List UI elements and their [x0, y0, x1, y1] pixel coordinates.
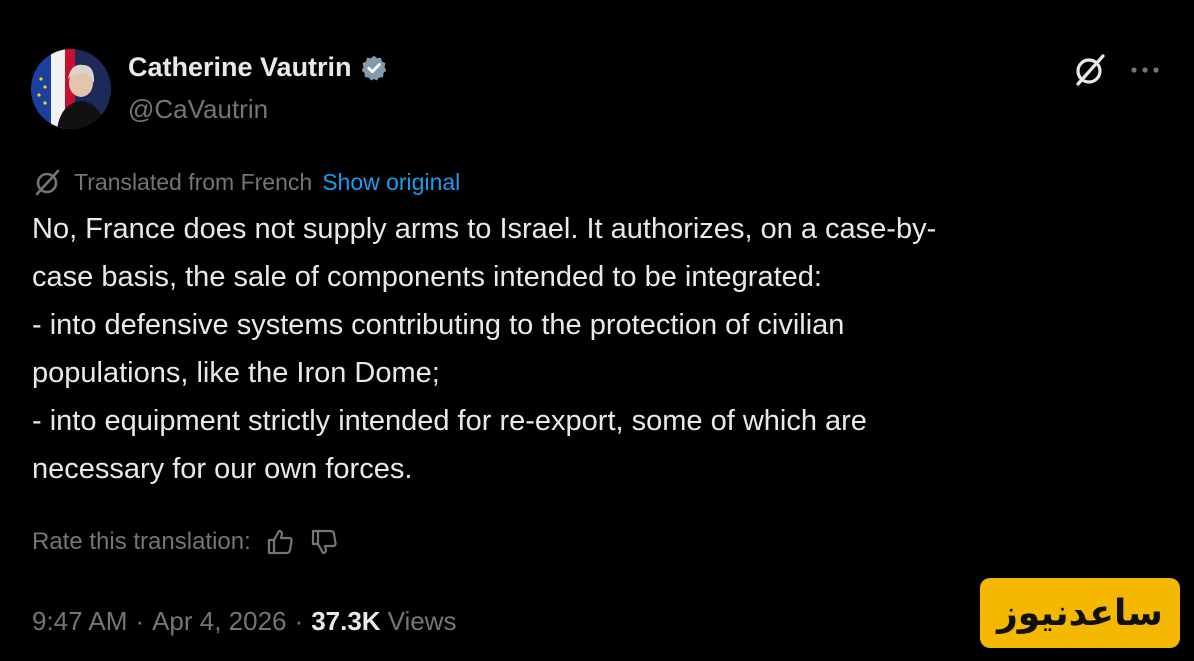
author-name-text: Catherine Vautrin: [128, 52, 352, 82]
author-handle[interactable]: @CaVautrin: [128, 94, 268, 125]
tweet-text-line: No, France does not supply arms to Israe…: [32, 213, 937, 245]
tweet-date[interactable]: Apr 4, 2026: [152, 606, 286, 637]
rate-translation: Rate this translation:: [32, 524, 339, 560]
author-name[interactable]: Catherine Vautrin: [128, 52, 388, 83]
verified-badge-icon: [360, 54, 388, 82]
tweet-text-line: populations, like the Iron Dome;: [32, 357, 440, 389]
tweet-text-line: necessary for our own forces.: [32, 453, 413, 485]
thumbs-up-icon[interactable]: [265, 527, 295, 557]
tweet-text: No, France does not supply arms to Israe…: [32, 205, 1152, 493]
thumbs-down-icon[interactable]: [309, 527, 339, 557]
watermark-logo: ساعدنیوز: [980, 578, 1180, 648]
tweet-meta: 9:47 AM · Apr 4, 2026 · 37.3K Views: [32, 603, 456, 639]
tweet-text-line: - into defensive systems contributing to…: [32, 309, 845, 341]
translation-label: Translated from French: [74, 168, 313, 195]
tweet-text-line: case basis, the sale of components inten…: [32, 261, 822, 293]
meta-separator: ·: [294, 605, 304, 636]
show-original-link[interactable]: Show original: [322, 169, 460, 196]
views-label: Views: [387, 605, 457, 636]
tweet: Catherine Vautrin @CaVautrin Translated …: [0, 0, 1194, 661]
watermark-text: ساعدنیوز: [997, 592, 1163, 634]
avatar-photo: [31, 49, 111, 129]
views-count[interactable]: 37.3K: [311, 606, 380, 637]
meta-separator: ·: [135, 605, 145, 636]
translation-notice: Translated from French Show original: [32, 166, 460, 198]
grok-icon[interactable]: [1070, 50, 1110, 90]
tweet-text-line: - into equipment strictly intended for r…: [32, 405, 867, 437]
avatar[interactable]: [31, 49, 111, 129]
tweet-time[interactable]: 9:47 AM: [32, 606, 127, 637]
rate-translation-label: Rate this translation:: [32, 528, 251, 555]
grok-translate-icon: [32, 166, 64, 198]
more-dots-icon[interactable]: [1127, 55, 1163, 85]
